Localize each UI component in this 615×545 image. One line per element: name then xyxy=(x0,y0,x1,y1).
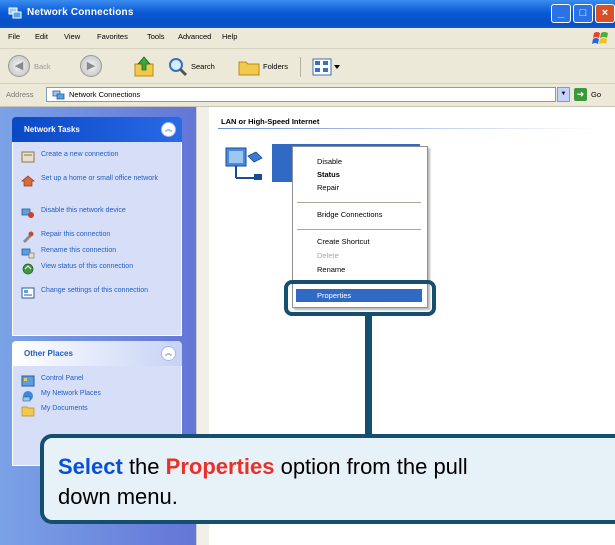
settings-icon xyxy=(21,287,35,299)
network-tasks-body: Create a new connection Set up a home or… xyxy=(12,142,182,336)
new-connection-icon xyxy=(21,151,35,163)
task-rename[interactable]: Rename this connection xyxy=(13,246,181,262)
place-my-documents[interactable]: My Documents xyxy=(13,404,181,419)
menu-favorites[interactable]: Favorites xyxy=(97,32,128,41)
instruction-part2: option from the pull xyxy=(274,454,468,479)
instruction-keyword-select: Select xyxy=(58,454,123,479)
task-view-status[interactable]: View status of this connection xyxy=(13,262,181,286)
place-label: My Network Places xyxy=(41,390,101,397)
menu-item-bridge-connections[interactable]: Bridge Connections xyxy=(317,210,382,219)
close-button[interactable]: × xyxy=(595,4,615,23)
network-tasks-title: Network Tasks xyxy=(24,125,80,134)
address-value: Network Connections xyxy=(69,90,141,99)
back-label: Back xyxy=(34,62,51,71)
instruction-text: Select the Properties option from the pu… xyxy=(58,452,468,512)
network-places-icon xyxy=(22,391,33,402)
menu-item-disable[interactable]: Disable xyxy=(317,157,342,166)
network-icon xyxy=(8,7,22,19)
address-label: Address xyxy=(6,90,34,99)
address-input[interactable]: Network Connections xyxy=(46,87,556,102)
task-label: Repair this connection xyxy=(41,231,111,238)
task-label: Set up a home or small office network xyxy=(41,175,158,182)
lan-connection-icon[interactable] xyxy=(222,142,266,186)
menu-edit[interactable]: Edit xyxy=(35,32,48,41)
menu-tools[interactable]: Tools xyxy=(147,32,165,41)
menu-item-rename[interactable]: Rename xyxy=(317,265,345,274)
standard-toolbar: ◀ Back ▶ Search Folders xyxy=(0,49,615,84)
menu-separator xyxy=(297,229,421,230)
task-label: Rename this connection xyxy=(41,247,117,254)
maximize-button[interactable]: □ xyxy=(573,4,593,23)
other-places-title: Other Places xyxy=(24,349,73,358)
task-repair[interactable]: Repair this connection xyxy=(13,230,181,246)
place-label: My Documents xyxy=(41,405,88,412)
menu-item-delete: Delete xyxy=(317,251,339,260)
network-folder-icon xyxy=(52,90,65,100)
instruction-line2: down menu. xyxy=(58,484,178,509)
task-label: View status of this connection xyxy=(41,263,134,270)
instruction-keyword-properties: Properties xyxy=(165,454,275,479)
chevron-down-icon[interactable]: ▼ xyxy=(557,87,570,102)
task-disable-device[interactable]: Disable this network device xyxy=(13,206,181,230)
group-divider xyxy=(218,128,598,129)
home-network-icon xyxy=(21,175,35,187)
search-icon[interactable] xyxy=(168,57,188,77)
folders-icon[interactable] xyxy=(238,58,260,76)
instruction-part1: the xyxy=(122,454,166,479)
search-label[interactable]: Search xyxy=(191,62,215,71)
menu-item-repair[interactable]: Repair xyxy=(317,183,339,192)
properties-highlight-box xyxy=(284,280,436,316)
task-home-network[interactable]: Set up a home or small office network xyxy=(13,174,181,206)
task-change-settings[interactable]: Change settings of this connection xyxy=(13,286,181,310)
place-control-panel[interactable]: Control Panel xyxy=(13,374,181,389)
menu-separator xyxy=(297,202,421,203)
group-title: LAN or High-Speed Internet xyxy=(221,117,320,126)
address-bar: Address Network Connections ▼ ➜ Go xyxy=(0,84,615,107)
title-bar[interactable]: Network Connections _ □ × xyxy=(0,0,615,28)
control-panel-icon xyxy=(21,375,35,387)
instruction-callout: Select the Properties option from the pu… xyxy=(40,434,615,524)
callout-connector xyxy=(365,316,372,434)
folders-label[interactable]: Folders xyxy=(263,62,288,71)
chevron-up-icon[interactable]: ︽ xyxy=(161,346,176,361)
documents-folder-icon xyxy=(21,406,35,417)
menu-bar: File Edit View Favorites Tools Advanced … xyxy=(0,28,615,49)
network-tasks-panel: Network Tasks ︽ Create a new connection … xyxy=(12,117,182,336)
place-my-network-places[interactable]: My Network Places xyxy=(13,389,181,404)
rename-icon xyxy=(21,248,35,259)
menu-file[interactable]: File xyxy=(8,32,20,41)
back-arrow-icon[interactable]: ◀ xyxy=(8,55,30,77)
other-places-header[interactable]: Other Places ︽ xyxy=(12,341,182,366)
menu-item-status[interactable]: Status xyxy=(317,170,340,179)
repair-icon xyxy=(23,231,34,243)
go-label[interactable]: Go xyxy=(591,90,601,99)
toolbar-divider xyxy=(300,57,301,77)
up-folder-icon[interactable] xyxy=(134,55,154,77)
network-tasks-header[interactable]: Network Tasks ︽ xyxy=(12,117,182,142)
go-arrow-icon[interactable]: ➜ xyxy=(574,88,587,101)
status-icon xyxy=(22,263,34,275)
network-connections-window: Network Connections _ □ × File Edit View… xyxy=(0,0,615,545)
minimize-button[interactable]: _ xyxy=(551,4,571,23)
task-label: Disable this network device xyxy=(41,207,126,214)
disable-network-icon xyxy=(21,208,34,218)
window-title: Network Connections xyxy=(27,7,134,18)
forward-arrow-icon[interactable]: ▶ xyxy=(80,55,102,77)
task-label: Change settings of this connection xyxy=(41,287,149,294)
chevron-up-icon[interactable]: ︽ xyxy=(161,122,176,137)
task-create-connection[interactable]: Create a new connection xyxy=(13,150,181,174)
menu-help[interactable]: Help xyxy=(222,32,237,41)
menu-advanced[interactable]: Advanced xyxy=(178,32,211,41)
windows-logo-icon xyxy=(592,32,608,44)
views-icon[interactable] xyxy=(312,58,342,76)
menu-view[interactable]: View xyxy=(64,32,80,41)
menu-item-create-shortcut[interactable]: Create Shortcut xyxy=(317,237,370,246)
task-label: Create a new connection xyxy=(41,151,119,158)
place-label: Control Panel xyxy=(41,375,84,382)
